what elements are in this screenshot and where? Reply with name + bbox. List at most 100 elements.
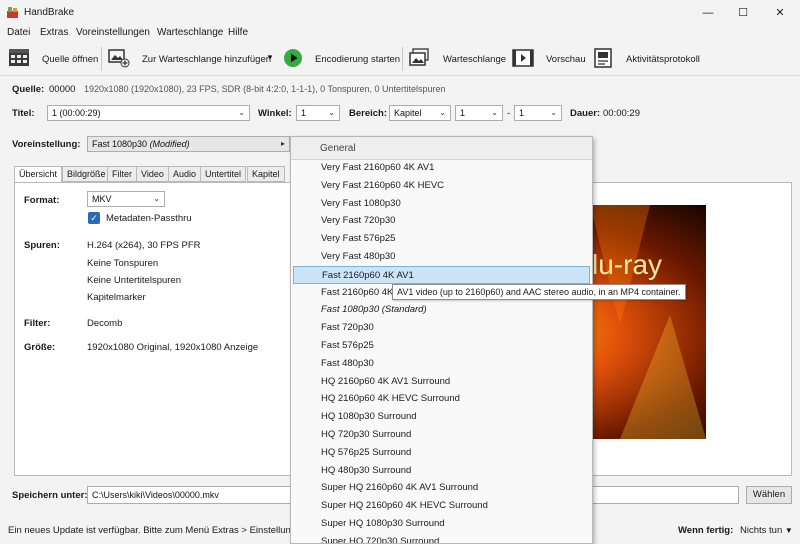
range-start-select[interactable]: 1 ⌄ [455, 105, 503, 121]
chevron-down-icon: ⌄ [238, 108, 245, 117]
preset-item[interactable]: Super HQ 1080p30 Surround [291, 515, 591, 533]
format-select[interactable]: MKV ⌄ [87, 191, 165, 207]
when-done-label: Wenn fertig: [678, 525, 734, 536]
chevron-down-icon: ⌄ [153, 194, 160, 203]
tab-filter[interactable]: Filter [107, 166, 137, 182]
close-button[interactable]: ✕ [765, 4, 795, 22]
passthru-label: Metadaten-Passthru [106, 213, 192, 224]
track-item: H.264 (x264), 30 FPS PFR [87, 240, 201, 251]
preset-label: Voreinstellung: [12, 139, 81, 150]
menu-extras[interactable]: Extras [40, 27, 68, 38]
filter-label: Filter: [24, 318, 51, 329]
queue-icon[interactable] [408, 48, 430, 68]
minimize-button[interactable]: — [693, 4, 723, 22]
chevron-down-icon: ⌄ [491, 108, 498, 117]
browse-button[interactable]: Wählen [746, 486, 792, 504]
range-dash: - [507, 108, 511, 119]
add-queue-button[interactable]: Zur Warteschlange hinzufügen [142, 54, 271, 65]
chevron-down-icon: ⌄ [550, 108, 557, 117]
queue-button[interactable]: Warteschlange [443, 54, 506, 65]
duration-value: 00:00:29 [603, 108, 640, 119]
preset-item[interactable]: HQ 576p25 Surround [291, 444, 591, 462]
preset-item[interactable]: HQ 2160p60 4K AV1 Surround [291, 373, 591, 391]
menu-warteschlange[interactable]: Warteschlange [157, 27, 223, 38]
preset-item[interactable]: Very Fast 2160p60 4K AV1 [291, 159, 591, 177]
range-end-select[interactable]: 1 ⌄ [514, 105, 562, 121]
preset-item[interactable]: Super HQ 2160p60 4K HEVC Surround [291, 497, 591, 515]
preset-item[interactable]: Very Fast 2160p60 4K HEVC [291, 177, 591, 195]
passthru-checkbox[interactable]: ✓ [88, 212, 100, 224]
status-message: Ein neues Update ist verfügbar. Bitte zu… [8, 525, 307, 536]
toolbar-bottom-divider [0, 75, 800, 76]
menu-voreinstellungen[interactable]: Voreinstellungen [76, 27, 150, 38]
track-item: Kapitelmarker [87, 292, 146, 303]
tab-kapitel[interactable]: Kapitel [247, 166, 285, 182]
source-info: 1920x1080 (1920x1080), 23 FPS, SDR (8-bi… [84, 84, 446, 94]
toolbar-divider [101, 47, 102, 71]
preview-button[interactable]: Vorschau [546, 54, 586, 65]
title-bar [0, 0, 800, 26]
when-done-select[interactable]: Nichts tun ▼ [740, 525, 793, 536]
activity-log-button[interactable]: Aktivitätsprotokoll [626, 54, 700, 65]
preset-item[interactable]: HQ 480p30 Surround [291, 462, 591, 480]
tab-audio[interactable]: Audio [168, 166, 202, 182]
preset-item[interactable]: HQ 720p30 Surround [291, 426, 591, 444]
chevron-down-icon: ▼ [784, 526, 793, 535]
preset-group-general: General [320, 143, 356, 154]
range-type-select[interactable]: Kapitel ⌄ [389, 105, 451, 121]
tab-uebersicht[interactable]: Übersicht [14, 166, 63, 183]
preview-icon[interactable] [512, 48, 534, 68]
preset-item[interactable]: Super HQ 2160p60 4K AV1 Surround [291, 479, 591, 497]
format-label: Format: [24, 195, 60, 206]
chevron-down-icon: ⌄ [439, 108, 446, 117]
toolbar-divider [402, 47, 403, 71]
preset-item-highlighted[interactable]: Fast 2160p60 4K AV1 [293, 265, 590, 284]
preset-select[interactable]: Fast 1080p30 (Modified) ▸ [87, 136, 290, 152]
add-queue-dropdown-icon[interactable]: ▼ [266, 53, 274, 62]
window-title: HandBrake [24, 7, 75, 18]
maximize-button[interactable]: ☐ [728, 4, 758, 22]
open-source-icon[interactable] [8, 48, 30, 68]
preset-tooltip: AV1 video (up to 2160p60) and AAC stereo… [392, 284, 686, 300]
menu-hilfe[interactable]: Hilfe [228, 27, 248, 38]
tab-bildgroesse[interactable]: Bildgröße [62, 166, 111, 182]
duration-label: Dauer: [570, 108, 601, 119]
chevron-down-icon: ⌄ [328, 108, 335, 117]
preset-item[interactable]: HQ 2160p60 4K HEVC Surround [291, 390, 591, 408]
tracks-label: Spuren: [24, 240, 60, 251]
preset-item[interactable]: Fast 720p30 [291, 319, 591, 337]
range-label: Bereich: [349, 108, 388, 119]
angle-select[interactable]: 1 ⌄ [296, 105, 340, 121]
track-item: Keine Untertitelspuren [87, 275, 181, 286]
size-label: Größe: [24, 342, 56, 353]
size-value: 1920x1080 Original, 1920x1080 Anzeige [87, 342, 259, 353]
preset-dropdown: General Very Fast 2160p60 4K AV1 Very Fa… [290, 136, 593, 544]
tab-video[interactable]: Video [136, 166, 169, 182]
add-queue-icon[interactable] [108, 48, 130, 68]
source-label: Quelle: [12, 84, 45, 95]
title-label: Titel: [12, 108, 35, 119]
tab-untertitel[interactable]: Untertitel [200, 166, 247, 182]
activity-log-icon[interactable] [593, 48, 615, 68]
preset-item[interactable]: Very Fast 720p30 [291, 212, 591, 230]
preset-item[interactable]: Fast 480p30 [291, 355, 591, 373]
angle-label: Winkel: [258, 108, 292, 119]
handbrake-logo-icon [7, 7, 18, 18]
title-select[interactable]: 1 (00:00:29) ⌄ [47, 105, 250, 121]
start-encode-icon[interactable] [283, 48, 303, 68]
preset-item[interactable]: Super HQ 720p30 Surround [291, 533, 591, 543]
preset-item[interactable]: Fast 576p25 [291, 337, 591, 355]
start-encode-button[interactable]: Encodierung starten [315, 54, 400, 65]
preset-item[interactable]: Very Fast 576p25 [291, 230, 591, 248]
open-source-button[interactable]: Quelle öffnen [42, 54, 98, 65]
preset-item[interactable]: Very Fast 480p30 [291, 248, 591, 266]
preset-item[interactable]: HQ 1080p30 Surround [291, 408, 591, 426]
source-name: 00000 [49, 84, 76, 95]
menu-datei[interactable]: Datei [7, 27, 30, 38]
track-item: Keine Tonspuren [87, 258, 159, 269]
dropdown-header: General [291, 137, 592, 160]
preset-item[interactable]: Very Fast 1080p30 [291, 195, 591, 213]
save-label: Speichern unter: [12, 490, 88, 501]
preset-item-default[interactable]: Fast 1080p30 (Standard) [291, 301, 591, 319]
chevron-right-icon: ▸ [280, 139, 285, 148]
